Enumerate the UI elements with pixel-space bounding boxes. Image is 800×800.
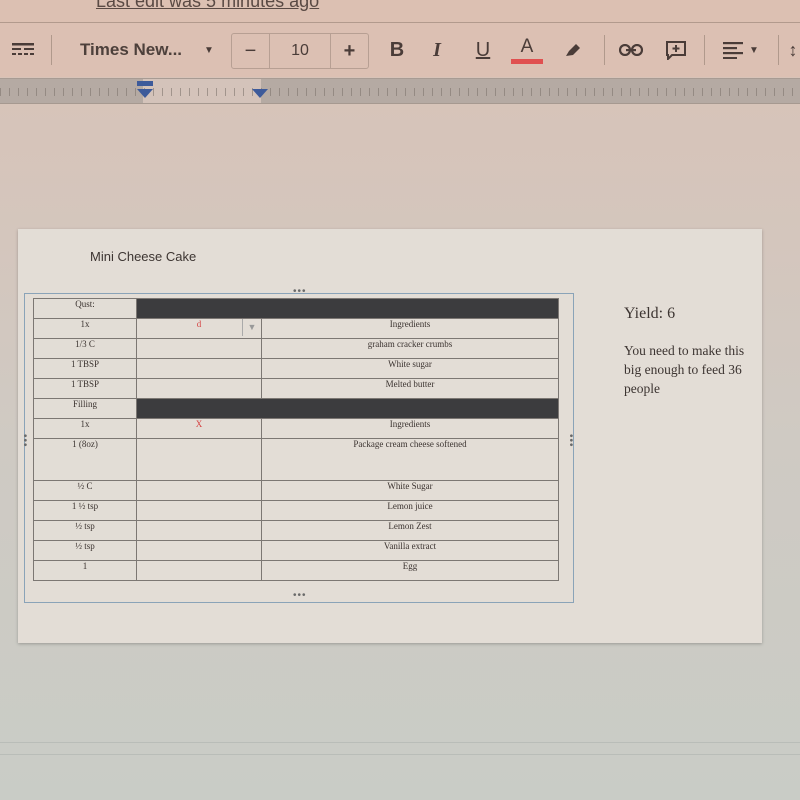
quantity-cell[interactable]: ½ tsp	[33, 540, 137, 561]
ruler[interactable]	[0, 78, 800, 104]
ingredient-cell[interactable]: Lemon juice	[261, 500, 559, 521]
paint-format-icon[interactable]	[8, 23, 38, 77]
ruler-ticks	[0, 88, 800, 96]
separator	[778, 35, 779, 65]
text-color-icon: A	[520, 35, 534, 57]
quantity-cell[interactable]: ½ C	[33, 480, 137, 501]
text-color-button[interactable]: A	[511, 23, 543, 77]
ingredient-cell[interactable]: Lemon Zest	[261, 520, 559, 541]
row-resize-handle[interactable]: •••	[565, 434, 576, 448]
table-row: Qust:	[33, 298, 559, 319]
table-row: 1 (8oz) Package cream cheese softened	[33, 438, 559, 481]
table-row: ½ C White Sugar	[33, 480, 559, 501]
quantity-cell[interactable]: 1 TBSP	[33, 358, 137, 379]
left-indent-handle[interactable]	[137, 89, 153, 98]
scale-cell[interactable]	[136, 500, 262, 521]
scale-cell[interactable]	[136, 540, 262, 561]
chevron-down-icon: ▼	[749, 44, 759, 56]
line-spacing-icon[interactable]: ↕	[786, 23, 800, 77]
scale-value: X	[195, 419, 203, 429]
scale-cell[interactable]	[136, 480, 262, 501]
quantity-cell[interactable]: 1 TBSP	[33, 378, 137, 399]
ingredient-cell[interactable]: White sugar	[261, 358, 559, 379]
row-resize-handle[interactable]: •••	[19, 434, 30, 448]
table-row: 1x X Ingredients	[33, 418, 559, 439]
scale-cell[interactable]	[136, 438, 262, 481]
instruction-note: You need to make this big enough to feed…	[624, 343, 745, 396]
quantity-cell[interactable]: ½ tsp	[33, 520, 137, 541]
quantity-cell[interactable]: 1x	[33, 418, 137, 439]
separator	[604, 35, 605, 65]
table-row: 1x d ▼ Ingredients	[33, 318, 559, 339]
table-row: 1/3 C graham cracker crumbs	[33, 338, 559, 359]
ingredient-cell[interactable]: Vanilla extract	[261, 540, 559, 561]
ingredient-cell[interactable]: White Sugar	[261, 480, 559, 501]
scale-cell[interactable]	[136, 378, 262, 399]
section-header-cell[interactable]	[136, 398, 559, 419]
document-page[interactable]: Mini Cheese Cake ••• ••• ••• ••• Qust: 1x…	[18, 229, 762, 643]
separator	[51, 35, 52, 65]
separator	[704, 35, 705, 65]
table-row: ½ tsp Lemon Zest	[33, 520, 559, 541]
column-resize-handle[interactable]: •••	[293, 286, 307, 297]
decrease-font-size-button[interactable]: −	[232, 34, 270, 68]
ingredient-cell[interactable]: Melted butter	[261, 378, 559, 399]
text-color-swatch	[511, 58, 543, 64]
cell-dropdown-icon[interactable]: ▼	[242, 319, 261, 336]
chevron-down-icon[interactable]: ▼	[198, 23, 220, 77]
last-edit-link[interactable]: Last edit was 5 minutes ago	[96, 0, 319, 12]
table-row: ½ tsp Vanilla extract	[33, 540, 559, 561]
scale-cell[interactable]	[136, 560, 262, 581]
font-size-control: − 10 +	[231, 33, 369, 69]
table-frame: ••• ••• ••• ••• Qust: 1x d ▼ Ingredients 1/3 …	[19, 286, 576, 603]
ingredient-cell[interactable]: graham cracker crumbs	[261, 338, 559, 359]
scale-cell[interactable]: X	[136, 418, 262, 439]
table-row: 1 TBSP White sugar	[33, 358, 559, 379]
scale-cell[interactable]	[136, 338, 262, 359]
scale-cell[interactable]: d ▼	[136, 318, 262, 339]
scale-cell[interactable]	[136, 520, 262, 541]
divider	[0, 742, 800, 743]
toolbar: Times New... ▼ − 10 + B I U A ▼ ↕	[0, 23, 800, 77]
quantity-cell[interactable]: 1 ½ tsp	[33, 500, 137, 521]
comment-icon[interactable]	[662, 23, 690, 77]
quantity-cell[interactable]: Qust:	[33, 298, 137, 319]
title-bar: Last edit was 5 minutes ago	[0, 0, 800, 23]
align-button[interactable]: ▼	[716, 23, 766, 77]
bold-button[interactable]: B	[384, 23, 410, 77]
underline-button[interactable]: U	[470, 23, 496, 77]
divider	[0, 754, 800, 755]
table-row: 1 Egg	[33, 560, 559, 581]
quantity-cell[interactable]: 1/3 C	[33, 338, 137, 359]
document-title: Mini Cheese Cake	[90, 249, 197, 264]
ingredient-cell[interactable]: Egg	[261, 560, 559, 581]
font-family-select[interactable]: Times New...	[76, 23, 186, 77]
table-row: 1 ½ tsp Lemon juice	[33, 500, 559, 521]
recipe-table[interactable]: Qust: 1x d ▼ Ingredients 1/3 Cgraham cracker …	[33, 298, 559, 581]
table-row: Filling	[33, 398, 559, 419]
ingredient-cell[interactable]: Ingredients	[261, 318, 559, 339]
column-resize-handle[interactable]: •••	[293, 590, 307, 601]
quantity-cell[interactable]: 1 (8oz)	[33, 438, 137, 481]
yield-text: Yield: 6	[624, 305, 676, 322]
link-icon[interactable]	[616, 23, 646, 77]
quantity-cell[interactable]: 1x	[33, 318, 137, 339]
font-size-input[interactable]: 10	[270, 34, 331, 68]
italic-button[interactable]: I	[424, 23, 450, 77]
highlight-icon[interactable]	[560, 23, 586, 77]
section-header-cell[interactable]	[136, 298, 559, 319]
ingredient-cell[interactable]: Ingredients	[261, 418, 559, 439]
scale-value: d	[196, 319, 202, 329]
first-line-indent-handle[interactable]	[137, 81, 153, 86]
increase-font-size-button[interactable]: +	[331, 34, 368, 68]
right-indent-handle[interactable]	[252, 89, 268, 98]
ingredient-cell[interactable]: Package cream cheese softened	[261, 438, 559, 481]
table-row: 1 TBSP Melted butter	[33, 378, 559, 399]
quantity-cell[interactable]: Filling	[33, 398, 137, 419]
scale-cell[interactable]	[136, 358, 262, 379]
quantity-cell[interactable]: 1	[33, 560, 137, 581]
